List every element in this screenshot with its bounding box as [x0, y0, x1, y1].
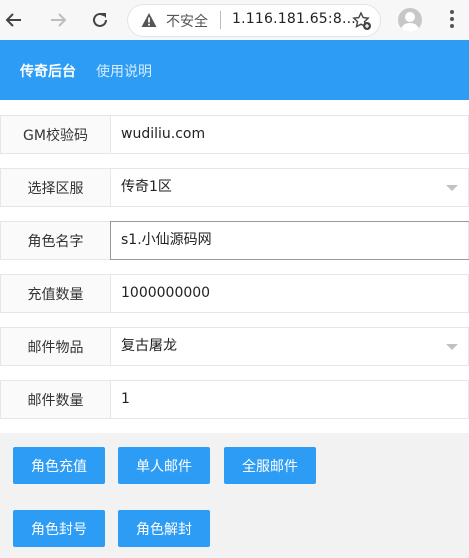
- dropdown-caret-icon[interactable]: [446, 185, 458, 191]
- recharge-button[interactable]: 角色充值: [13, 447, 105, 484]
- back-button[interactable]: [0, 6, 28, 34]
- reload-icon: [93, 12, 107, 27]
- mail-count-row: 邮件数量 1: [0, 380, 469, 419]
- nav-help-link[interactable]: 使用说明: [96, 61, 152, 81]
- address-divider: [220, 11, 221, 29]
- menu-dots-icon[interactable]: [449, 10, 455, 30]
- role-name-row: 角色名字 s1.小仙源码网: [0, 221, 469, 260]
- bookmark-star-icon[interactable]: [352, 11, 372, 31]
- mail-count-input[interactable]: 1: [121, 381, 130, 418]
- insecure-label: 不安全: [166, 14, 208, 30]
- url-text[interactable]: 1.116.181.65:8...: [232, 11, 356, 27]
- ban-button[interactable]: 角色封号: [13, 510, 105, 547]
- profile-avatar-icon[interactable]: [398, 8, 422, 32]
- all-mail-button[interactable]: 全服邮件: [224, 447, 316, 484]
- browser-toolbar: 不安全 1.116.181.65:8...: [0, 0, 469, 40]
- action-panel: 角色充值 单人邮件 全服邮件 角色封号 角色解封: [0, 433, 469, 558]
- recharge-amount-row: 充值数量 1000000000: [0, 274, 469, 313]
- role-name-label: 角色名字: [1, 222, 111, 259]
- role-name-input[interactable]: s1.小仙源码网: [121, 222, 212, 259]
- server-select[interactable]: 传奇1区: [121, 169, 172, 206]
- single-mail-button[interactable]: 单人邮件: [118, 447, 210, 484]
- gm-code-row: GM校验码 wudiliu.com: [0, 115, 469, 154]
- dropdown-caret-icon[interactable]: [446, 344, 458, 350]
- server-row: 选择区服 传奇1区: [0, 168, 469, 207]
- gm-code-label: GM校验码: [1, 116, 111, 153]
- recharge-amount-label: 充值数量: [1, 275, 111, 312]
- mail-count-label: 邮件数量: [1, 381, 111, 418]
- app-header: 传奇后台 使用说明: [0, 40, 469, 100]
- reload-button[interactable]: [86, 6, 114, 34]
- forward-button[interactable]: [44, 6, 72, 34]
- address-bar[interactable]: 不安全 1.116.181.65:8...: [128, 5, 380, 36]
- recharge-amount-input[interactable]: 1000000000: [121, 275, 210, 312]
- warning-icon[interactable]: [141, 12, 157, 28]
- nav-brand[interactable]: 传奇后台: [20, 61, 76, 81]
- gm-code-input[interactable]: wudiliu.com: [121, 116, 205, 153]
- mail-item-label: 邮件物品: [1, 328, 111, 365]
- mail-item-select[interactable]: 复古屠龙: [121, 328, 177, 365]
- server-label: 选择区服: [1, 169, 111, 206]
- unban-button[interactable]: 角色解封: [118, 510, 210, 547]
- back-arrow-icon: [5, 13, 21, 27]
- mail-item-row: 邮件物品 复古屠龙: [0, 327, 469, 366]
- forward-arrow-icon: [51, 13, 67, 27]
